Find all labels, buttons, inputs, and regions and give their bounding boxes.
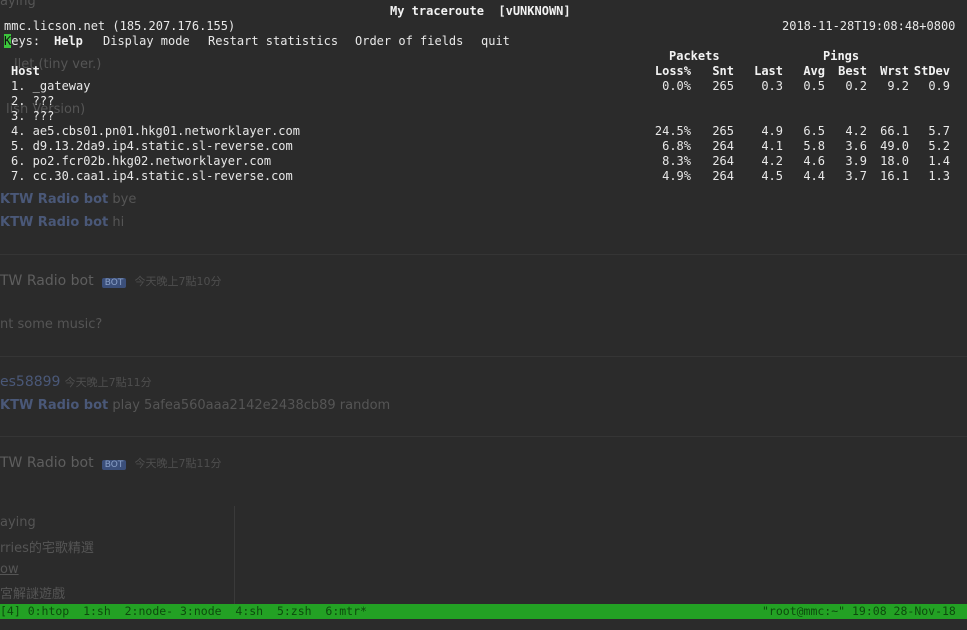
hop-last: 4.9 — [761, 124, 783, 138]
hop-stdev: 5.2 — [928, 139, 950, 153]
tmux-window-list[interactable]: [4] 0:htop 1:sh 2:node- 3:node 4:sh 5:zs… — [0, 604, 367, 619]
hop-host: 5. d9.13.2da9.ip4.static.sl-reverse.com — [11, 139, 293, 153]
hop-last: 4.5 — [761, 169, 783, 183]
hop-wrst: 49.0 — [880, 139, 909, 153]
hop-snt: 264 — [712, 169, 734, 183]
keys-bar: Keys: — [4, 34, 40, 49]
terminal-window[interactable]: My traceroute [vUNKNOWN] mmc.licson.net … — [0, 0, 967, 630]
hop-avg: 4.4 — [803, 169, 825, 183]
tmux-status-right: "root@mmc:~" 19:08 28-Nov-18 — [762, 604, 956, 618]
hop-last: 4.2 — [761, 154, 783, 168]
hop-snt: 265 — [712, 124, 734, 138]
hop-stdev: 1.4 — [928, 154, 950, 168]
key-quit[interactable]: quit — [481, 34, 510, 49]
hop-best: 4.2 — [845, 124, 867, 138]
hop-loss: 8.3% — [662, 154, 691, 168]
hop-loss: 24.5% — [654, 124, 691, 138]
hop-loss: 4.9% — [662, 169, 691, 183]
hop-host: 1. _gateway — [11, 79, 91, 93]
key-order-of-fields[interactable]: Order of fields — [355, 34, 463, 49]
hop-host: 6. po2.fcr02b.hkg02.networklayer.com — [11, 154, 272, 168]
hop-best: 3.6 — [845, 139, 867, 153]
hop-avg: 6.5 — [803, 124, 825, 138]
hop-snt: 264 — [712, 154, 734, 168]
keys-label: eys: — [11, 34, 41, 48]
hop-best: 0.2 — [845, 79, 867, 93]
hop-stdev: 5.7 — [928, 124, 950, 138]
key-help[interactable]: Help — [54, 34, 83, 49]
hop-avg: 0.5 — [803, 79, 825, 93]
header-last: Last — [754, 64, 783, 78]
header-avg: Avg — [803, 64, 825, 78]
timestamp: 2018-11-28T19:08:48+0800 — [782, 19, 956, 33]
hop-snt: 265 — [712, 79, 734, 93]
hop-avg: 5.8 — [803, 139, 825, 153]
header-host: Host — [11, 64, 40, 78]
hop-stdev: 0.9 — [928, 79, 950, 93]
hop-loss: 6.8% — [662, 139, 691, 153]
hop-wrst: 16.1 — [880, 169, 909, 183]
mtr-title: My traceroute [vUNKNOWN] — [390, 4, 571, 18]
header-best: Best — [838, 64, 867, 78]
tmux-status-bar: [4] 0:htop 1:sh 2:node- 3:node 4:sh 5:zs… — [0, 604, 967, 619]
hop-avg: 4.6 — [803, 154, 825, 168]
hop-stdev: 1.3 — [928, 169, 950, 183]
hop-wrst: 9.2 — [887, 79, 909, 93]
header-pings: Pings — [823, 49, 860, 63]
hop-loss: 0.0% — [662, 79, 691, 93]
hop-wrst: 66.1 — [880, 124, 909, 138]
hop-wrst: 18.0 — [880, 154, 909, 168]
hop-last: 4.1 — [761, 139, 783, 153]
key-display-mode[interactable]: Display mode — [103, 34, 190, 49]
header-packets: Packets — [669, 49, 720, 63]
hop-host: 7. cc.30.caa1.ip4.static.sl-reverse.com — [11, 169, 293, 183]
hop-host: 3. ??? — [11, 109, 55, 123]
header-wrst: Wrst — [880, 64, 909, 78]
hop-best: 3.9 — [845, 154, 867, 168]
hop-last: 0.3 — [761, 79, 783, 93]
header-snt: Snt — [712, 64, 734, 78]
header-stdev: StDev — [913, 64, 950, 78]
key-restart-statistics[interactable]: Restart statistics — [208, 34, 338, 49]
header-loss: Loss% — [654, 64, 691, 78]
host-line: mmc.licson.net (185.207.176.155) — [4, 19, 236, 33]
hop-snt: 264 — [712, 139, 734, 153]
hop-host: 2. ??? — [11, 94, 55, 108]
hop-best: 3.7 — [845, 169, 867, 183]
hop-host: 4. ae5.cbs01.pn01.hkg01.networklayer.com — [11, 124, 300, 138]
